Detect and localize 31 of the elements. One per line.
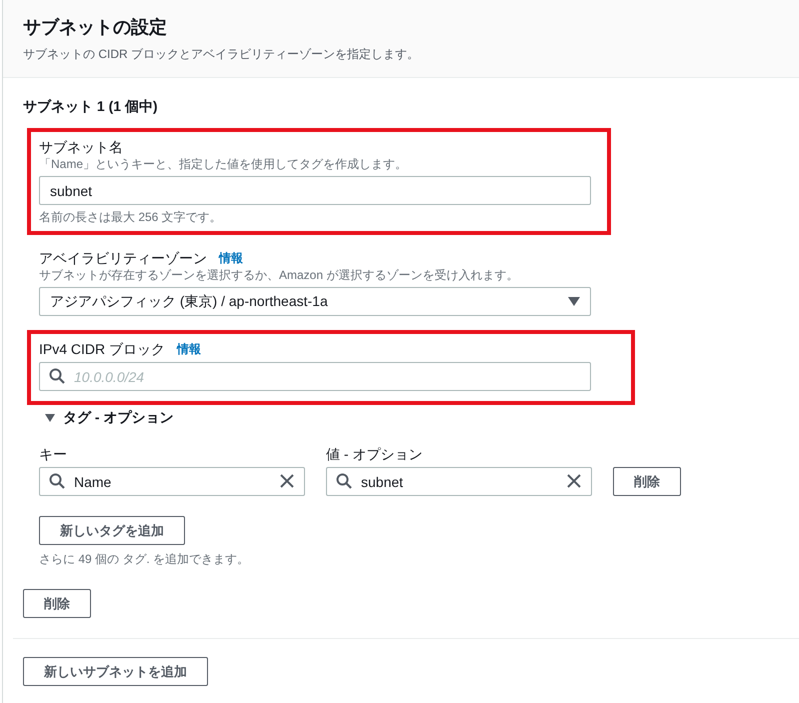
section-title: サブネットの設定: [23, 16, 168, 39]
key-label: キー: [39, 445, 68, 463]
search-icon: [336, 473, 352, 489]
clear-icon[interactable]: [280, 474, 294, 488]
field-label: IPv4 CIDR ブロック: [39, 340, 166, 358]
tag-limit-note: さらに 49 個の タグ. を追加できます。: [39, 551, 250, 567]
input-field[interactable]: subnet: [39, 176, 591, 205]
search-icon: [49, 368, 65, 384]
search-icon: [49, 473, 65, 489]
remove-tag-button[interactable]: 削除: [613, 467, 681, 496]
remove-subnet-button[interactable]: 削除: [23, 589, 91, 618]
field-hint: 名前の長さは最大 256 文字です。: [39, 209, 223, 225]
subnet-heading: サブネット 1 (1 個中): [23, 98, 159, 116]
value-label: 値 - オプション: [326, 445, 424, 463]
add-tag-button[interactable]: 新しいタグを追加: [39, 516, 185, 545]
caret-icon: [45, 414, 55, 422]
clear-icon[interactable]: [567, 474, 581, 488]
field-description: 「Name」というキーと、指定した値を使用してタグを作成します。: [39, 156, 408, 172]
key-field[interactable]: Name: [39, 467, 305, 496]
caret-icon: [568, 297, 580, 306]
select-field[interactable]: アジアパシフィック (東京) / ap-northeast-1a: [39, 287, 591, 316]
field-label: サブネット名: [39, 138, 123, 156]
info-link[interactable]: 情報: [177, 340, 202, 358]
search-field[interactable]: 10.0.0.0/24: [39, 362, 591, 391]
field-label: アベイラビリティーゾーン: [39, 249, 207, 267]
tags-toggle[interactable]: タグ - オプション: [45, 409, 174, 427]
section-description: サブネットの CIDR ブロックとアベイラビリティーゾーンを指定します。: [23, 46, 420, 63]
add-subnet-button[interactable]: 新しいサブネットを追加: [23, 657, 208, 686]
field-description: サブネットが存在するゾーンを選択するか、Amazon が選択するゾーンを受け入れます。: [39, 267, 520, 283]
value-field[interactable]: subnet: [326, 467, 592, 496]
info-link[interactable]: 情報: [219, 250, 243, 266]
